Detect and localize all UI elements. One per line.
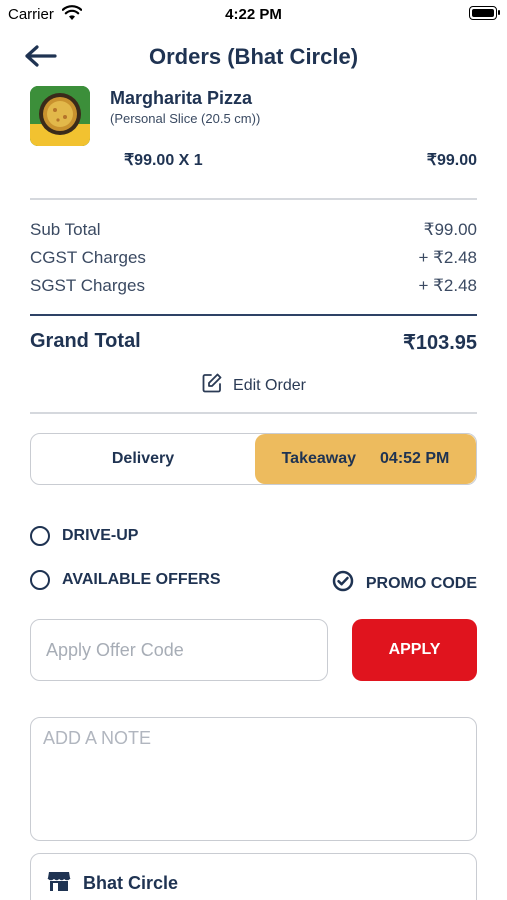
promo-code-label: PROMO CODE	[365, 574, 477, 592]
grand-total-label: Grand Total	[30, 330, 141, 352]
grand-total-value: ₹103.95	[403, 332, 477, 354]
radio-unchecked-icon	[30, 570, 50, 590]
promo-code-option[interactable]: PROMO CODE	[332, 570, 477, 597]
apply-button[interactable]: APPLY	[352, 619, 477, 681]
item-amount: ₹99.00	[426, 152, 477, 169]
item-quantity-price: ₹99.00 X 1	[124, 152, 203, 169]
edit-order-button[interactable]: Edit Order	[0, 372, 507, 398]
battery-icon	[469, 6, 500, 20]
summary-value: + ₹2.48	[418, 248, 477, 267]
offer-code-input[interactable]: Apply Offer Code	[30, 619, 328, 681]
radio-unchecked-icon	[30, 526, 50, 546]
item-name: Margharita Pizza	[110, 88, 253, 108]
summary-value: ₹99.00	[423, 220, 477, 239]
tab-takeaway[interactable]: Takeaway 04:52 PM	[255, 434, 476, 484]
summary-label: SGST Charges	[30, 276, 145, 295]
tab-delivery[interactable]: Delivery	[31, 434, 255, 484]
status-bar: Carrier 4:22 PM	[0, 0, 507, 28]
summary-value: + ₹2.48	[418, 276, 477, 295]
note-field[interactable]: ADD A NOTE	[30, 717, 477, 841]
delivery-label: Delivery	[111, 450, 175, 467]
takeaway-label: Takeaway	[281, 450, 357, 467]
store-icon	[47, 870, 71, 897]
divider	[30, 412, 477, 414]
store-card[interactable]: Bhat Circle	[30, 853, 477, 900]
edit-order-label: Edit Order	[233, 376, 306, 394]
divider	[30, 314, 477, 316]
edit-icon	[201, 372, 223, 399]
header: Orders (Bhat Circle)	[0, 36, 507, 78]
available-offers-label: AVAILABLE OFFERS	[62, 571, 221, 588]
check-circle-icon	[332, 570, 354, 597]
order-type-selector: Delivery Takeaway 04:52 PM	[30, 433, 477, 485]
page-title: Orders (Bhat Circle)	[148, 44, 359, 69]
clock: 4:22 PM	[225, 6, 282, 23]
note-placeholder: ADD A NOTE	[43, 728, 152, 748]
pizza-image	[30, 86, 90, 146]
store-name: Bhat Circle	[83, 873, 179, 893]
offer-code-placeholder: Apply Offer Code	[46, 639, 184, 660]
summary-label: CGST Charges	[30, 248, 146, 267]
summary-label: Sub Total	[30, 220, 101, 239]
drive-up-option[interactable]: DRIVE-UP	[30, 526, 138, 546]
item-description: (Personal Slice (20.5 cm))	[110, 111, 261, 126]
available-offers-option[interactable]: AVAILABLE OFFERS	[30, 570, 221, 590]
apply-label: APPLY	[388, 641, 441, 658]
divider	[30, 198, 477, 200]
takeaway-time: 04:52 PM	[380, 450, 450, 467]
drive-up-label: DRIVE-UP	[62, 527, 139, 544]
